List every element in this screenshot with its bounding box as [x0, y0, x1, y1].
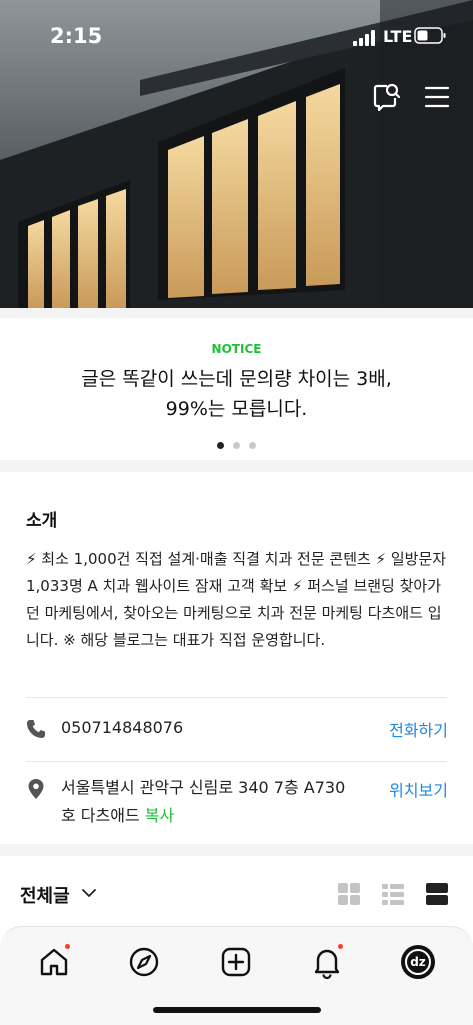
- divider: [26, 697, 447, 698]
- list-view-icon[interactable]: [381, 882, 405, 906]
- battery-icon: [414, 27, 446, 44]
- notice-title-line: 99%는 모릅니다.: [165, 398, 308, 420]
- status-bar: 2:15 LTE: [0, 0, 473, 70]
- chevron-down-icon[interactable]: [82, 888, 96, 898]
- phone-icon: [27, 720, 45, 738]
- home-indicator: [153, 1007, 321, 1013]
- home-icon[interactable]: [37, 945, 71, 979]
- grid-view-icon[interactable]: [337, 882, 361, 906]
- intro-description: ⚡ 최소 1,000건 직접 설계·매출 직결 치과 전문 콘텐츠 ⚡ 일방문자…: [26, 550, 447, 649]
- avatar-initials: dz: [405, 949, 431, 975]
- profile-avatar[interactable]: dz: [401, 945, 435, 979]
- address: 서울특별시 관악구 신림로 340 7층 A730 호 다츠애드 복사: [61, 774, 345, 830]
- blog-cover-image: 2:15 LTE: [0, 0, 473, 308]
- pagination-dot: [249, 442, 257, 449]
- post-filter-dropdown[interactable]: 전체글: [20, 882, 70, 908]
- pagination-dot-active: [216, 442, 224, 449]
- address-line: 호 다츠애드 복사: [61, 802, 345, 830]
- address-line: 서울특별시 관악구 신림로 340 7층 A730: [61, 778, 346, 797]
- add-post-icon[interactable]: [219, 945, 253, 979]
- call-button[interactable]: 전화하기: [389, 717, 448, 741]
- notification-badge: [338, 944, 343, 949]
- notice-title[interactable]: 글은 똑같이 쓰는데 문의량 차이는 3배, 99%는 모릅니다.: [40, 364, 433, 424]
- network-type: LTE: [383, 27, 413, 46]
- location-pin-icon: [28, 779, 44, 799]
- intro-section: 소개 ⚡ 최소 1,000건 직접 설계·매출 직결 치과 전문 콘텐츠 ⚡ 일…: [0, 472, 473, 844]
- notice-banner[interactable]: NOTICE 글은 똑같이 쓰는데 문의량 차이는 3배, 99%는 모릅니다.: [0, 318, 473, 460]
- menu-icon[interactable]: [420, 80, 454, 114]
- intro-title: 소개: [26, 511, 58, 531]
- notice-pagination: [0, 434, 473, 453]
- phone-number: 050714848076: [61, 718, 184, 737]
- address-line-text: 호 다츠애드: [61, 806, 140, 825]
- card-view-icon[interactable]: [425, 882, 449, 906]
- notification-badge: [65, 944, 70, 949]
- notice-title-line: 글은 똑같이 쓰는데 문의량 차이는 3배,: [81, 368, 392, 390]
- notice-label: NOTICE: [211, 342, 262, 356]
- search-chat-icon[interactable]: [369, 80, 403, 114]
- copy-address-button[interactable]: 복사: [145, 806, 174, 825]
- compass-icon[interactable]: [127, 945, 161, 979]
- notification-bell-icon[interactable]: [310, 945, 344, 979]
- cellular-signal-icon: [353, 30, 375, 46]
- divider: [26, 761, 447, 762]
- view-map-button[interactable]: 위치보기: [389, 777, 448, 801]
- pagination-dot: [233, 442, 240, 449]
- status-time: 2:15: [50, 24, 103, 48]
